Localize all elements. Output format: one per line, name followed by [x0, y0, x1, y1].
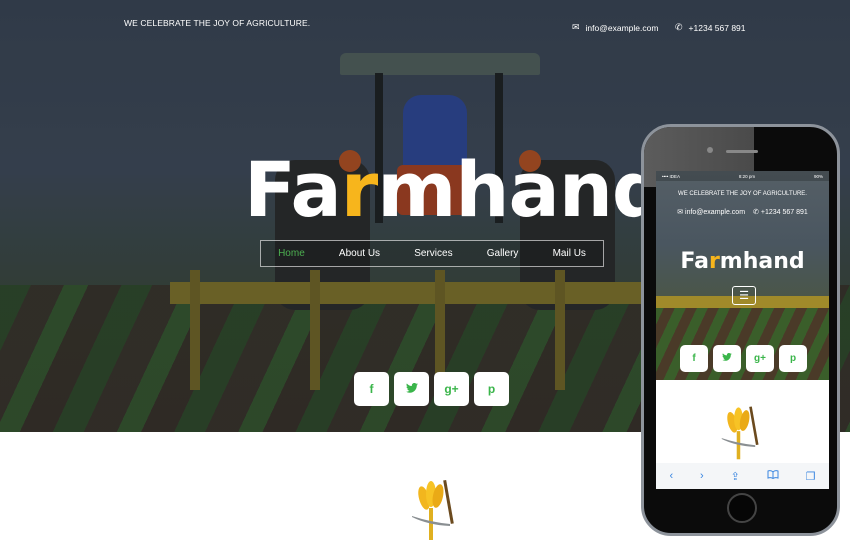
- google-plus-button[interactable]: g+: [434, 372, 469, 406]
- back-icon[interactable]: ‹: [669, 470, 673, 482]
- nav-gallery[interactable]: Gallery: [487, 248, 519, 259]
- phone-text[interactable]: +1234 567 891: [689, 23, 746, 33]
- nav-services[interactable]: Services: [414, 248, 452, 259]
- pinterest-icon: p: [487, 382, 496, 396]
- envelope-icon: ✉: [572, 22, 580, 32]
- hamburger-menu-button[interactable]: ☰: [732, 286, 756, 305]
- brand-accent-letter: r: [708, 249, 720, 274]
- google-plus-button[interactable]: g+: [746, 345, 774, 372]
- brand-prefix: Fa: [680, 249, 709, 274]
- forward-icon[interactable]: ›: [700, 470, 704, 482]
- envelope-icon: ✉: [677, 209, 686, 216]
- mobile-email-text: info@example.com: [685, 209, 746, 216]
- mobile-wheat-sickle-logo: [721, 406, 759, 460]
- contact-email[interactable]: ✉ info@example.com: [572, 22, 658, 33]
- phone-icon: ✆: [753, 209, 761, 216]
- bookmarks-icon[interactable]: [767, 470, 779, 482]
- brand-prefix: Fa: [244, 145, 342, 234]
- main-nav: Home About Us Services Gallery Mail Us: [260, 240, 604, 267]
- brand-suffix: mhand: [719, 249, 805, 274]
- pinterest-button[interactable]: p: [474, 372, 509, 406]
- email-text[interactable]: info@example.com: [586, 23, 659, 33]
- pinterest-button[interactable]: p: [779, 345, 807, 372]
- mobile-phone-text: +1234 567 891: [760, 209, 808, 216]
- status-bar: •••• IDEA 8:20 pm 90%: [656, 171, 829, 181]
- browser-toolbar: ‹ › ⇪ ❐: [656, 463, 829, 489]
- nav-about-us[interactable]: About Us: [339, 248, 380, 259]
- brand-suffix: mhand: [377, 145, 666, 234]
- mobile-social-links: f g+ p: [680, 345, 807, 372]
- hamburger-icon: ☰: [739, 290, 749, 302]
- nav-home[interactable]: Home: [278, 248, 305, 259]
- mobile-contact: ✉ info@example.com ✆ +1234 567 891: [656, 208, 829, 216]
- phone-camera: [707, 147, 713, 153]
- facebook-icon: f: [369, 382, 374, 396]
- facebook-icon: f: [692, 353, 696, 364]
- mobile-hero: •••• IDEA 8:20 pm 90% WE CELEBRATE THE J…: [656, 171, 829, 380]
- share-icon[interactable]: ⇪: [731, 470, 740, 483]
- mobile-logo-text[interactable]: Farmhand: [656, 249, 829, 274]
- pinterest-icon: p: [789, 353, 797, 364]
- facebook-button[interactable]: f: [354, 372, 389, 406]
- twitter-button[interactable]: [713, 345, 741, 372]
- tagline: WE CELEBRATE THE JOY OF AGRICULTURE.: [124, 18, 311, 28]
- clock: 8:20 pm: [738, 173, 756, 179]
- twitter-button[interactable]: [394, 372, 429, 406]
- battery: 90%: [813, 173, 823, 179]
- site-logo-text[interactable]: Farmhand: [244, 152, 666, 228]
- carrier: •••• IDEA: [662, 173, 681, 179]
- phone-mockup: •••• IDEA 8:20 pm 90% WE CELEBRATE THE J…: [641, 124, 840, 536]
- nav-mail-us[interactable]: Mail Us: [553, 248, 586, 259]
- brand-accent-letter: r: [340, 145, 378, 234]
- contact-phone[interactable]: ✆ +1234 567 891: [675, 22, 746, 33]
- mobile-phone[interactable]: ✆ +1234 567 891: [753, 208, 808, 216]
- mobile-tagline: WE CELEBRATE THE JOY OF AGRICULTURE.: [678, 191, 807, 197]
- twitter-icon: [405, 382, 418, 396]
- phone-icon: ✆: [675, 22, 683, 32]
- google-plus-icon: g+: [444, 382, 459, 396]
- facebook-button[interactable]: f: [680, 345, 708, 372]
- mobile-email[interactable]: ✉ info@example.com: [677, 208, 745, 216]
- tabs-icon[interactable]: ❐: [806, 470, 816, 483]
- wheat-sickle-logo: [412, 479, 454, 540]
- social-links: f g+ p: [354, 372, 509, 406]
- twitter-icon: [722, 352, 732, 364]
- phone-home-button: [727, 493, 757, 523]
- google-plus-icon: g+: [754, 353, 766, 364]
- phone-screen: •••• IDEA 8:20 pm 90% WE CELEBRATE THE J…: [656, 171, 829, 489]
- phone-speaker: [726, 150, 758, 153]
